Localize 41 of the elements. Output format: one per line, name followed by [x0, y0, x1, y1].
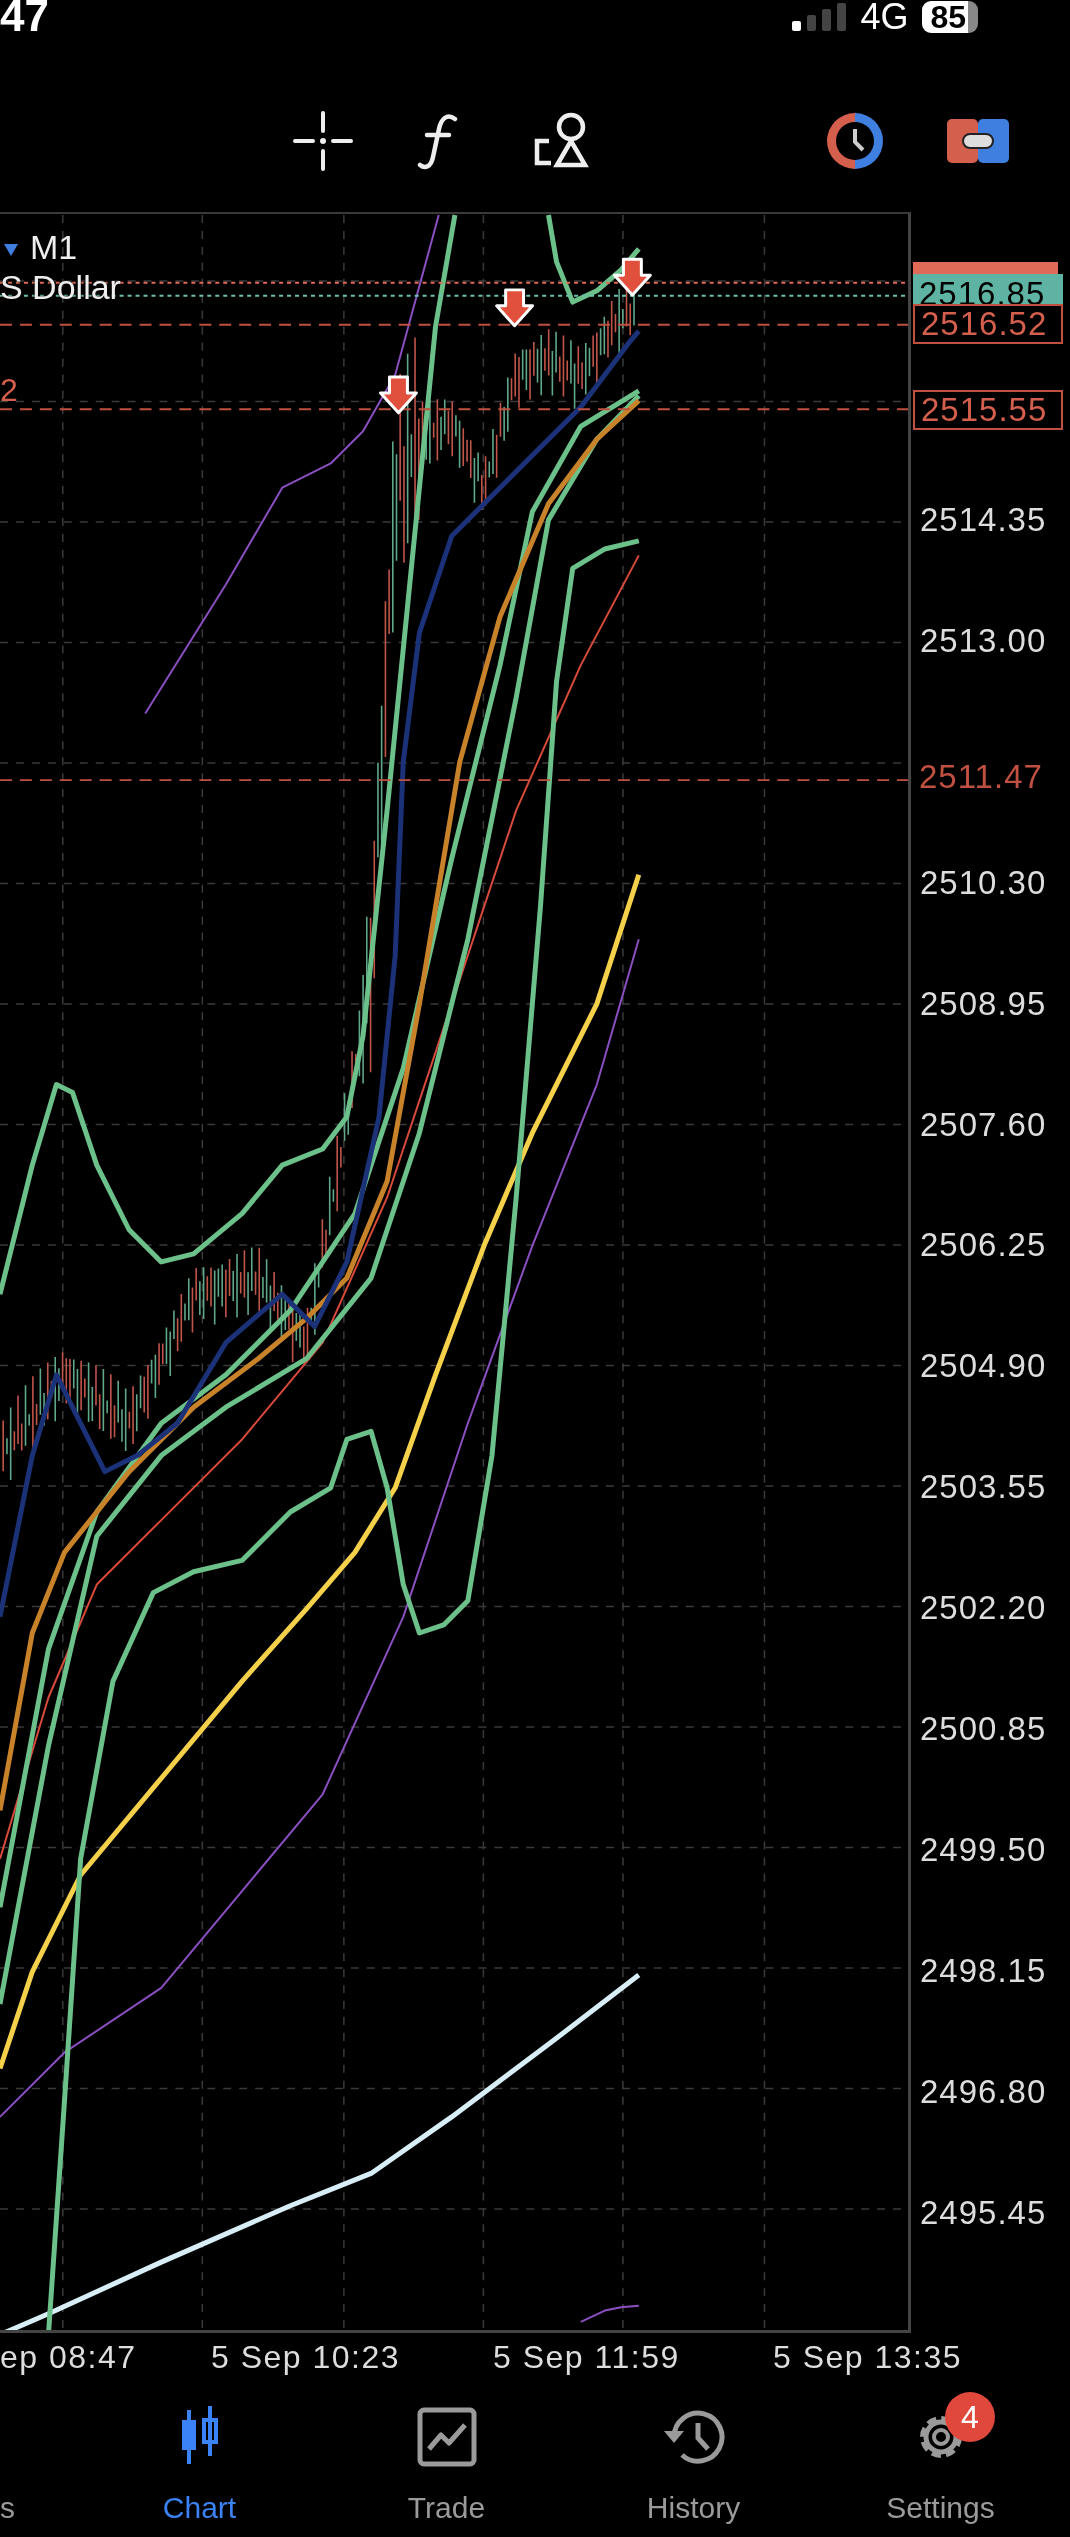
price-axis-label: 2500.85 [920, 1709, 1047, 1749]
status-time: 47 [0, 0, 49, 36]
price-axis-label: 2504.90 [920, 1346, 1047, 1387]
clock-icon[interactable] [825, 111, 885, 171]
price-axis-label: 2502.20 [920, 1588, 1047, 1629]
down-arrow-icon [379, 375, 418, 415]
price-axis-label: 2510.30 [920, 862, 1047, 903]
timeframe-label: M1 [30, 228, 78, 267]
symbol-label: S Dollar [0, 268, 121, 307]
signal-icon [792, 3, 847, 31]
toggle-icon[interactable] [947, 119, 1009, 163]
network-label: 4G [860, 0, 909, 34]
price-axis-label: 2513.00 [920, 620, 1047, 661]
price-axis-label: 2496.80 [920, 2071, 1047, 2112]
price-axis-label: 2495.45 [920, 2192, 1047, 2233]
time-axis-label: 5 Sep 11:59 [493, 2339, 680, 2376]
price-axis-label: 2499.50 [920, 1829, 1047, 1870]
time-axis-label: 5 Sep 13:35 [773, 2339, 963, 2376]
crosshair-icon[interactable] [293, 111, 353, 171]
tab[interactable]: History [570, 2390, 817, 2537]
price-axis-label: 2507.60 [920, 1104, 1047, 1145]
dropdown-caret-icon[interactable] [4, 244, 18, 256]
down-arrow-icon [612, 257, 652, 297]
price-axis-label: 2508.95 [920, 983, 1047, 1024]
price-tag: 2516.52 [913, 304, 1063, 344]
time-axis-label: 5 Sep 10:23 [211, 2339, 401, 2376]
price-tag: 2511.47 [913, 757, 1063, 797]
down-arrow-icon [495, 288, 535, 328]
time-axis-label: ep 08:47 [0, 2339, 137, 2376]
tab[interactable]: Trade [323, 2390, 570, 2537]
price-axis-label: 2506.25 [920, 1225, 1047, 1266]
price-axis-label: 2503.55 [920, 1467, 1047, 1508]
tab[interactable]: Chart [76, 2390, 323, 2537]
price-axis-label: 2498.15 [920, 1950, 1047, 1991]
tab[interactable]: s [0, 2390, 76, 2537]
price-tag: 2515.55 [913, 390, 1063, 430]
price-axis-label: 2514.35 [920, 500, 1047, 540]
battery-indicator: 85 [922, 1, 978, 33]
notification-badge: 4 [945, 2392, 995, 2442]
line-chart-icon [416, 2407, 477, 2467]
level-marker: 2 [0, 372, 18, 409]
